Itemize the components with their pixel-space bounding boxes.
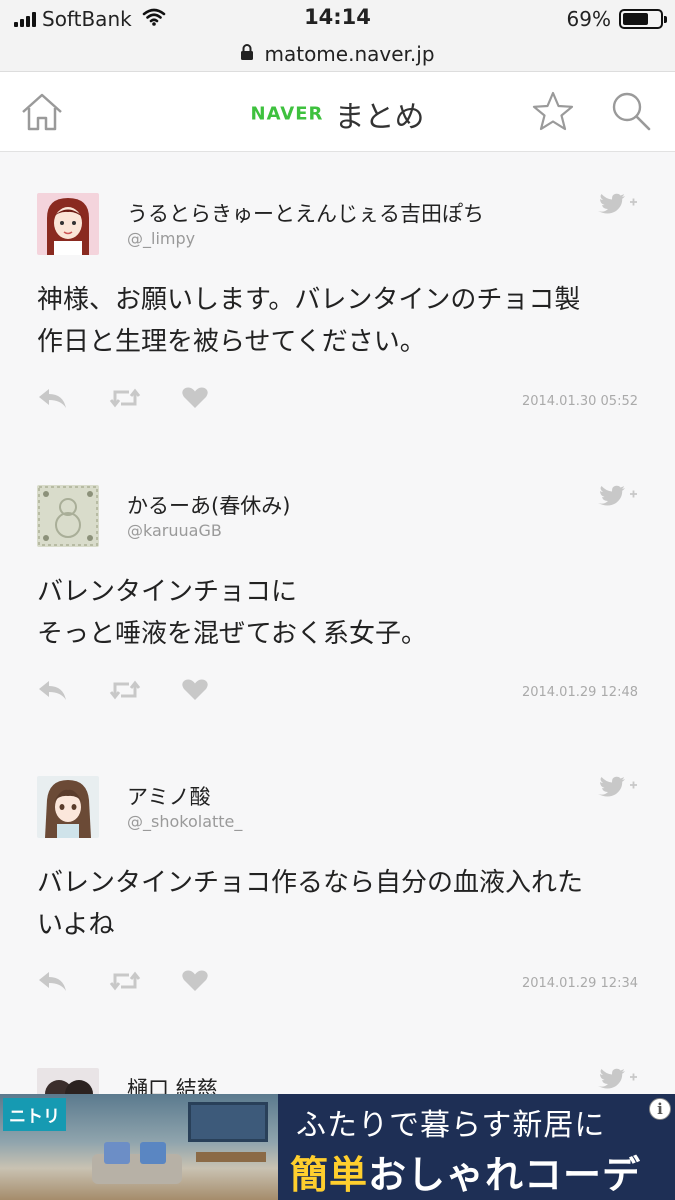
ad-info-icon[interactable]: i: [649, 1098, 671, 1120]
twitter-follow-icon[interactable]: [596, 776, 638, 804]
tweet-actions: [37, 678, 209, 706]
tweet-author-name[interactable]: アミノ酸: [127, 781, 211, 811]
battery-percent: 69%: [566, 7, 611, 31]
retweet-icon[interactable]: [109, 969, 141, 997]
ad-brand-logo: ニトリ: [3, 1098, 66, 1131]
twitter-follow-icon[interactable]: [596, 193, 638, 221]
ad-photo: ニトリ: [0, 1094, 278, 1200]
site-header: NAVER まとめ: [0, 72, 675, 152]
search-icon[interactable]: [610, 90, 654, 136]
tweet-author-handle[interactable]: @_shokolatte_: [127, 812, 242, 831]
avatar[interactable]: [37, 776, 99, 838]
battery-group: 69%: [566, 7, 667, 31]
ad-banner[interactable]: ニトリ ふたりで暮らす新居に 簡単おしゃれコーデ i: [0, 1094, 675, 1200]
tweet-author-handle[interactable]: @karuuaGB: [127, 521, 222, 540]
ad-photo-table: [196, 1152, 266, 1162]
ad-photo-cushion: [140, 1142, 166, 1164]
avatar[interactable]: [37, 193, 99, 255]
lock-icon: [240, 42, 254, 66]
tweet-author-name[interactable]: かるーあ(春休み): [127, 490, 290, 520]
status-bar: SoftBank 14:14 69%: [0, 0, 675, 36]
tweet-author-handle[interactable]: @_limpy: [127, 229, 195, 248]
logo-title: まとめ: [334, 100, 425, 135]
favorite-icon[interactable]: [181, 678, 209, 706]
avatar[interactable]: [37, 485, 99, 547]
url-text[interactable]: matome.naver.jp: [264, 42, 434, 66]
star-icon[interactable]: [531, 90, 575, 136]
tweet-text: バレンタインチョコに そっと唾液を混ぜておく系女子。: [37, 577, 428, 649]
tweet-text: 神様、お願いします。バレンタインのチョコ製 作日と生理を被らせてください。: [37, 285, 581, 357]
favorite-icon[interactable]: [181, 386, 209, 414]
reply-icon[interactable]: [37, 969, 69, 997]
tweet-date[interactable]: 2014.01.29 12:34: [522, 976, 638, 991]
logo-brand: NAVER: [250, 103, 324, 125]
tweet-date[interactable]: 2014.01.30 05:52: [522, 394, 638, 409]
ad-photo-shelf: [188, 1102, 268, 1142]
tweet-card: かるーあ(春休み) @karuuaGB バレンタインチョコに そっと唾液を混ぜて…: [0, 485, 675, 725]
retweet-icon[interactable]: [109, 386, 141, 414]
ad-photo-cushion: [104, 1142, 130, 1164]
twitter-follow-icon[interactable]: [596, 1068, 638, 1096]
tweet-author-name[interactable]: うるとらきゅーとえんじぇる吉田ぽち: [127, 198, 484, 228]
tweet-actions: [37, 386, 209, 414]
retweet-icon[interactable]: [109, 678, 141, 706]
battery-icon: [619, 9, 667, 29]
ad-subheadline-rest: おしゃれコーデ: [368, 1153, 642, 1197]
ad-highlight: 簡単: [290, 1153, 369, 1197]
ad-headline: ふたりで暮らす新居に: [296, 1108, 606, 1143]
tweet-card: うるとらきゅーとえんじぇる吉田ぽち @_limpy 神様、お願いします。バレンタ…: [0, 193, 675, 433]
reply-icon[interactable]: [37, 386, 69, 414]
tweet-text: バレンタインチョコ作るなら自分の血液入れた いよね: [37, 868, 584, 940]
reply-icon[interactable]: [37, 678, 69, 706]
url-bar[interactable]: matome.naver.jp: [0, 36, 675, 72]
tweet-actions: [37, 969, 209, 997]
tweet-date[interactable]: 2014.01.29 12:48: [522, 685, 638, 700]
favorite-icon[interactable]: [181, 969, 209, 997]
tweet-card: アミノ酸 @_shokolatte_ バレンタインチョコ作るなら自分の血液入れた…: [0, 776, 675, 1016]
ad-subheadline: 簡単おしゃれコーデ: [290, 1144, 641, 1199]
twitter-follow-icon[interactable]: [596, 485, 638, 513]
